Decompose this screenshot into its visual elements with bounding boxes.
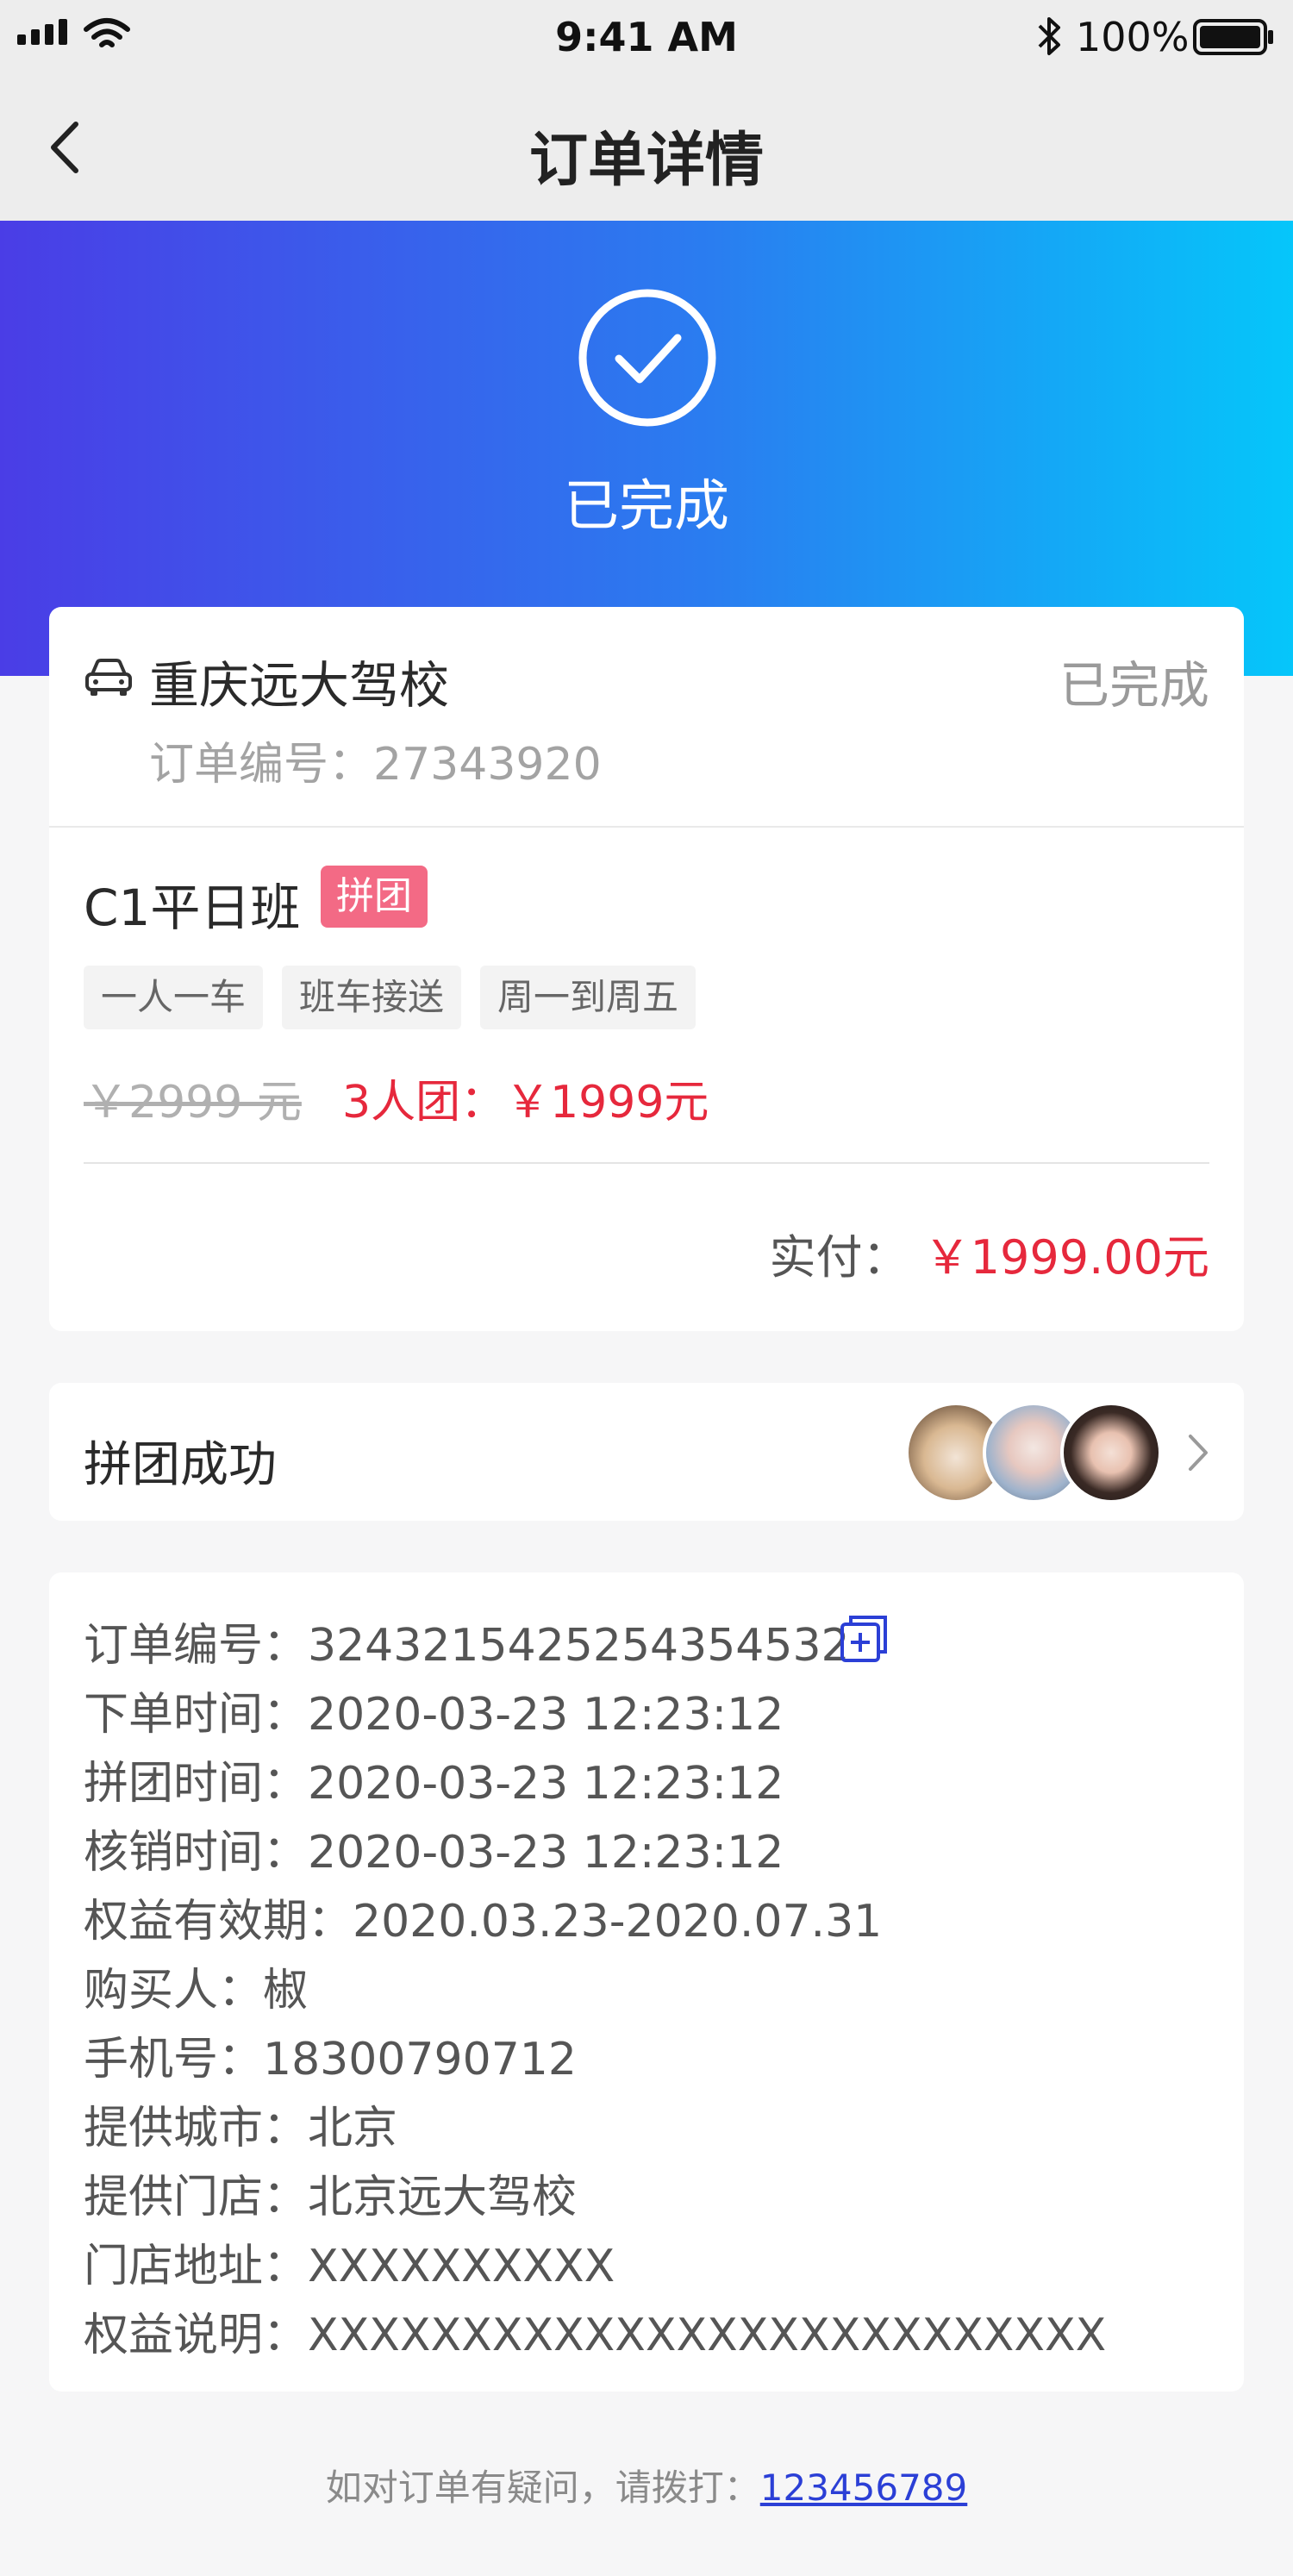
- copy-icon[interactable]: [839, 1614, 889, 1664]
- member-avatars: [905, 1402, 1164, 1504]
- order-card: 重庆远大驾校 已完成 订单编号：27343920 C1平日班 拼团 一人一车 班…: [49, 607, 1244, 1331]
- detail-row-phone: 手机号：18300790712: [84, 2034, 577, 2085]
- detail-row-buyer: 购买人：椒: [84, 1965, 309, 2016]
- group-success-row[interactable]: 拼团成功: [49, 1383, 1244, 1521]
- feature-tags: 一人一车 班车接送 周一到周五: [84, 966, 696, 1029]
- order-number: 订单编号：27343920: [149, 739, 602, 791]
- group-success-label: 拼团成功: [84, 1437, 277, 1493]
- bluetooth-icon: [1038, 17, 1060, 55]
- status-bar: 9:41 AM 100%: [0, 0, 1293, 74]
- battery-percent: 100%: [1076, 14, 1190, 60]
- divider: [49, 826, 1244, 828]
- detail-row-order-no: 订单编号：3243215425254354532: [84, 1620, 850, 1672]
- detail-row-address: 门店地址：XXXXXXXXXX: [84, 2241, 615, 2292]
- detail-row-city: 提供城市：北京: [84, 2103, 398, 2154]
- service-phone-link[interactable]: 123456789: [760, 2467, 968, 2509]
- order-details-card: 订单编号：3243215425254354532 下单时间：2020-03-23…: [49, 1572, 1244, 2392]
- feature-tag: 一人一车: [84, 966, 264, 1029]
- help-text: 如对订单有疑问，请拨打：: [325, 2467, 760, 2509]
- paid-value: ￥1999.00元: [923, 1230, 1209, 1285]
- detail-row-store: 提供门店：北京远大驾校: [84, 2172, 578, 2223]
- feature-tag: 周一到周五: [480, 966, 696, 1029]
- detail-row-group-time: 拼团时间：2020-03-23 12:23:12: [84, 1758, 784, 1810]
- detail-row-order-time: 下单时间：2020-03-23 12:23:12: [84, 1689, 784, 1741]
- school-name: 重庆远大驾校: [149, 656, 450, 715]
- group-buy-tag: 拼团: [321, 866, 428, 928]
- original-price: ￥2999 元: [84, 1077, 302, 1129]
- check-circle-icon: [578, 289, 716, 427]
- divider: [84, 1162, 1209, 1164]
- detail-row-verify-time: 核销时间：2020-03-23 12:23:12: [84, 1827, 784, 1879]
- paid-label: 实付：: [769, 1230, 909, 1285]
- nav-bar: 订单详情: [0, 74, 1293, 221]
- detail-row-description: 权益说明：XXXXXXXXXXXXXXXXXXXXXXXXXX: [84, 2310, 1107, 2361]
- girl-avatar: [1060, 1402, 1162, 1504]
- order-status-title: 已完成: [564, 475, 729, 539]
- battery-icon: [1193, 19, 1273, 55]
- feature-tag: 班车接送: [282, 966, 462, 1029]
- help-footer: 如对订单有疑问，请拨打：123456789: [0, 2459, 1293, 2511]
- page-title: 订单详情: [528, 127, 764, 195]
- detail-row-validity: 权益有效期：2020.03.23-2020.07.31: [84, 1896, 883, 1948]
- chevron-right-icon[interactable]: [1185, 1431, 1211, 1474]
- paid-amount: 实付： ￥1999.00元: [770, 1219, 1209, 1287]
- car-icon: [85, 659, 132, 696]
- order-detail-screen: 9:41 AM 100% 订单详情 已完成 重庆远大驾校 已完成 订单编号：27…: [0, 0, 1293, 2576]
- order-state: 已完成: [1059, 656, 1209, 715]
- course-name: C1平日班: [84, 878, 301, 937]
- group-price: 3人团：￥1999元: [342, 1077, 709, 1129]
